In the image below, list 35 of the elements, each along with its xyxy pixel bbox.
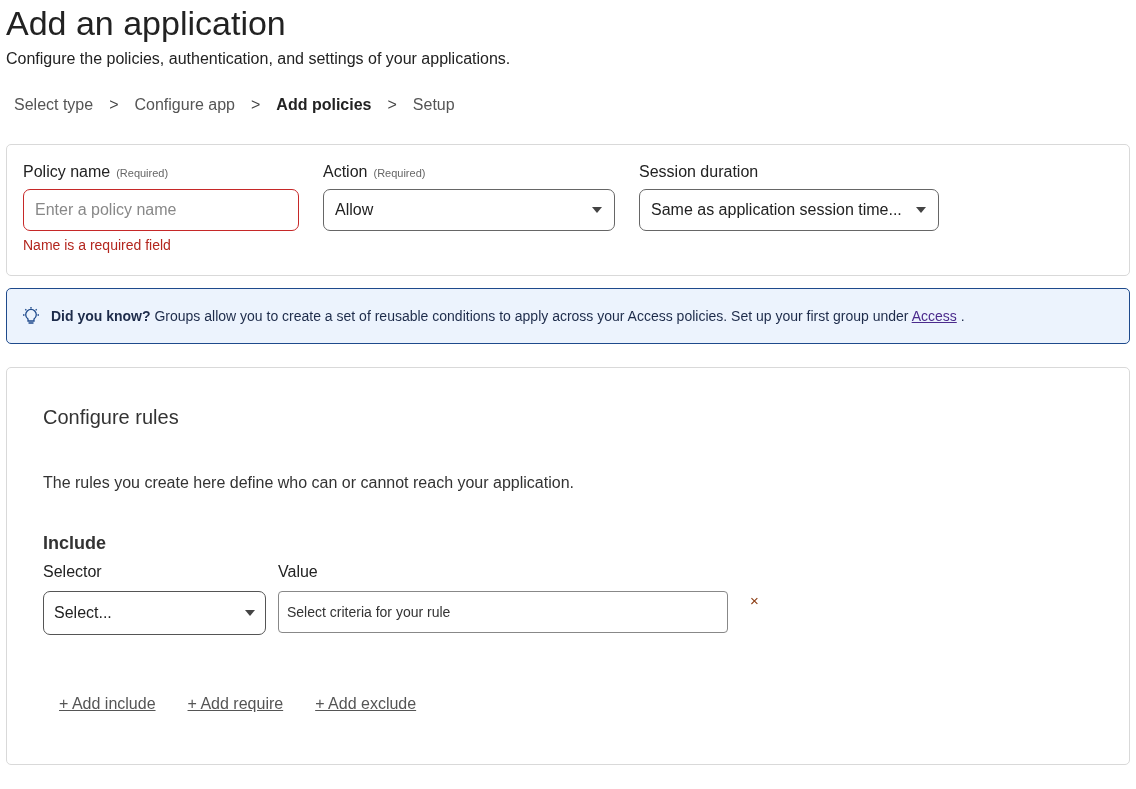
field-label: Session duration [639,163,759,181]
field-label: Action [323,163,368,181]
remove-button[interactable]: × [750,593,759,609]
add-rule-link[interactable]: + Add include [59,695,156,713]
include-heading: Include [43,532,107,555]
section-title: Configure rules [43,405,180,430]
value-label: Value [278,563,319,582]
lightbulb-icon [21,306,41,326]
caret-icon [592,207,602,213]
caret-icon [245,610,255,616]
required-hint: (Required) [116,167,169,179]
step-separator: > [251,96,261,114]
step-link[interactable]: Setup [412,96,455,114]
access-link[interactable]: Access [911,308,957,324]
caret-icon [916,207,926,213]
error-message: Name is a required field [23,237,172,253]
selector-dropdown[interactable]: Select... [43,591,266,635]
add-rule-link[interactable]: + Add require [187,695,284,713]
step-separator: > [387,96,397,114]
rules-description: The rules you create here define who can or cannot reach your application. [43,473,575,493]
selector-label: Selector [43,563,103,582]
step-link[interactable]: Configure app [134,96,235,114]
required-hint: (Required) [373,167,426,179]
dropdown[interactable]: Allow [323,189,615,231]
field-label: Policy name [23,163,111,181]
page-title: Add an application [6,3,287,43]
step-link[interactable]: Select type [14,96,94,114]
page-subtitle: Configure the policies, authentication, and settings of your applications. [6,49,512,69]
step-link[interactable]: Add policies [276,96,372,114]
info-text: Did you know? Groups allow you to create a set of reusable conditions to apply across your Access policies. Set up your first group under Access . [51,308,965,324]
add-rule-link[interactable]: + Add exclude [315,695,417,713]
step-separator: > [109,96,119,114]
value-field[interactable]: Select criteria for your rule [278,591,728,633]
dropdown[interactable]: Same as application session time... [639,189,939,231]
policy-name-field[interactable]: Enter a policy name [23,189,299,231]
